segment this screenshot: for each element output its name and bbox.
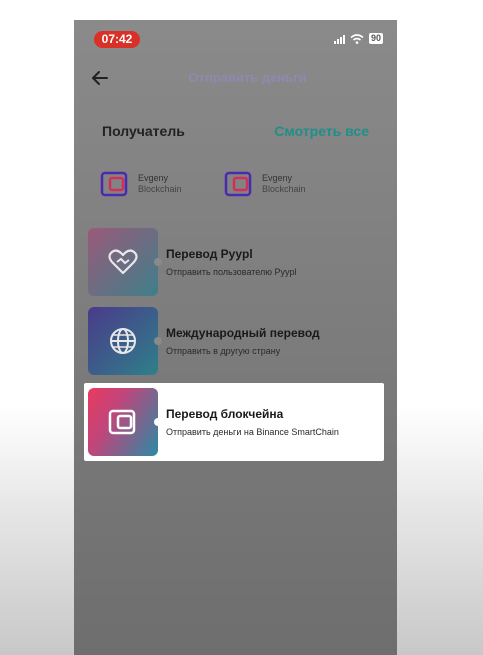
card-title: Перевод блокчейна: [166, 407, 284, 421]
wallet-icon: [108, 409, 136, 435]
contact-name: Evgeny: [138, 173, 169, 183]
globe-icon: [110, 328, 136, 354]
card-thumbnail: [88, 388, 162, 456]
transfer-option-international[interactable]: Международный перевод Отправить в другую…: [88, 307, 384, 375]
see-all-link[interactable]: Смотреть все: [274, 123, 369, 139]
transfer-option-blockchain[interactable]: Перевод блокчейна Отправить деньги на Bi…: [84, 383, 384, 461]
card-subtitle: Отправить пользователю Pyypl: [166, 267, 297, 277]
page-title: Отправить деньги: [188, 70, 307, 85]
card-subtitle: Отправить в другую страну: [166, 346, 281, 356]
card-notch: [154, 258, 162, 266]
recipients-label: Получатель: [102, 123, 185, 139]
phone-screen: 07:42 90 Отправить деньги Получатель Смо…: [74, 20, 397, 655]
card-thumbnail: [88, 228, 162, 296]
card-notch: [154, 418, 162, 426]
wallet-icon: [224, 171, 252, 197]
card-subtitle: Отправить деньги на Binance SmartChain: [166, 427, 339, 437]
heart-icon: [108, 249, 138, 275]
wallet-icon: [100, 171, 128, 197]
contact-network: Blockchain: [262, 184, 306, 194]
card-notch: [154, 337, 162, 345]
status-time: 07:42: [94, 31, 140, 48]
recipient-item[interactable]: Evgeny Blockchain: [100, 169, 182, 199]
status-icons: 90: [333, 33, 383, 44]
recipient-item[interactable]: Evgeny Blockchain: [224, 169, 306, 199]
wifi-icon: [350, 33, 364, 44]
signal-icon: [333, 34, 345, 44]
card-title: Перевод Pyypl: [166, 247, 253, 261]
contact-name: Evgeny: [262, 173, 293, 183]
card-title: Международный перевод: [166, 326, 320, 340]
contact-network: Blockchain: [138, 184, 182, 194]
transfer-option-pyypl[interactable]: Перевод Pyypl Отправить пользователю Pyy…: [88, 228, 384, 296]
battery-icon: 90: [368, 33, 383, 44]
card-thumbnail: [88, 307, 162, 375]
